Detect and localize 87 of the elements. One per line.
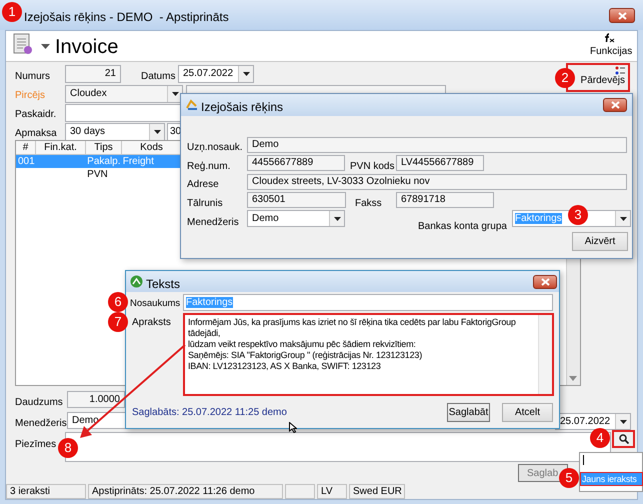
date-field[interactable]: 25.07.2022: [555, 413, 631, 430]
field-label: Fakss: [355, 197, 382, 211]
field-label: Datums: [141, 70, 176, 84]
notes-field[interactable]: [65, 432, 611, 462]
close-dialog-button[interactable]: Aizvērt: [572, 232, 628, 251]
column-header[interactable]: Tips: [86, 141, 122, 155]
app-icon: [130, 275, 143, 288]
vat-code-field[interactable]: LV44556677889: [396, 155, 484, 171]
table-row[interactable]: PVN: [16, 168, 180, 181]
cancel-button[interactable]: Atcelt: [502, 403, 553, 422]
dropdown-arrow-icon: [154, 130, 160, 134]
dropdown-arrow-icon: [242, 72, 250, 76]
field-label: Apmaksa: [15, 127, 57, 141]
function-icon[interactable]: [603, 33, 615, 43]
save-button[interactable]: Saglabāt: [447, 403, 490, 422]
fax-field[interactable]: 67891718: [396, 192, 494, 208]
dropdown-arrow-icon: [334, 216, 340, 220]
field-label: Bankas konta grupa: [418, 220, 507, 234]
text-cursor: [583, 455, 584, 465]
payment-field[interactable]: 30 days: [65, 123, 165, 141]
field-label: PVN kods: [350, 160, 394, 174]
table-cell-text: Pakalp.: [86, 155, 121, 168]
table-cell-text: 001: [17, 155, 36, 168]
phone-field[interactable]: 630501: [247, 192, 346, 208]
caret-icon[interactable]: [41, 44, 50, 49]
status-approved: Apstiprināts: 25.07.2022 11:26 demo: [88, 484, 283, 499]
search-button[interactable]: [612, 430, 635, 448]
field-label: Numurs: [15, 70, 50, 84]
description-field[interactable]: Informējam Jūs, ka prasījums kas izriet no šī rēķina tika cedēts par labu FaktorigGroup tādejādi, lūdzam veikt respektīvo maksājumu pēc šādiem rekvizītiem: Saņēmējs: SIA "FaktorigGroup " (reģistrācijas Nr. 123123123) IBAN: LV123123123, AS X Banka, SWIFT: 123123: [183, 313, 554, 396]
status-language: LV: [317, 484, 347, 499]
field-label: Piezīmes: [15, 438, 56, 452]
mouse-pointer-icon: [289, 422, 297, 433]
field-label: Daudzums: [15, 396, 63, 410]
dropdown-button[interactable]: [149, 124, 164, 140]
table-cell-text: Freight: [122, 155, 155, 168]
quantity-field[interactable]: 1.0000: [67, 391, 125, 408]
reg-number-field[interactable]: 44556677889: [247, 155, 345, 171]
functions-button[interactable]: Funkcijas: [590, 44, 632, 59]
close-button[interactable]: [533, 275, 557, 289]
dropdown-arrow-icon: [172, 92, 178, 96]
saved-info: Saglabāts: 25.07.2022 11:25 demo: [132, 406, 287, 420]
status-cell: [285, 484, 315, 499]
column-header[interactable]: Kods: [122, 141, 182, 155]
dropdown-button[interactable]: [167, 86, 182, 102]
dropdown-button[interactable]: [329, 211, 344, 226]
field-label: Paskaidr.: [15, 108, 56, 122]
field-label: Menedžeris: [187, 216, 239, 230]
field-label: Reģ.num.: [187, 160, 230, 174]
page-title: Invoice: [55, 35, 118, 59]
field-label: Adrese: [187, 178, 219, 192]
column-header[interactable]: #: [16, 141, 36, 155]
table-cell-text: PVN: [86, 168, 109, 181]
manager-field[interactable]: Demo: [247, 210, 345, 227]
dialog-title: Izejošais rēķins: [201, 99, 284, 116]
address-field[interactable]: Cloudex streets, LV-3033 Ozolnieku nov: [247, 174, 627, 190]
buyer-field[interactable]: Cloudex: [65, 85, 183, 103]
close-button[interactable]: [603, 98, 627, 112]
dropdown-button[interactable]: [238, 66, 253, 82]
dialog-title: Teksts: [146, 276, 180, 293]
date-field[interactable]: 25.07.2022: [178, 65, 254, 83]
close-icon: [610, 101, 620, 109]
field-label: Tālrunis: [187, 197, 223, 211]
list-icon: [615, 66, 625, 75]
close-icon: [540, 278, 550, 286]
dropdown-button[interactable]: [615, 414, 630, 429]
scrollbar[interactable]: [538, 315, 552, 394]
dropdown-arrow-icon: [620, 420, 626, 424]
field-label: Uzņ.nosauk.: [187, 141, 243, 155]
number-field[interactable]: 21: [65, 65, 121, 83]
company-field[interactable]: Demo: [247, 137, 627, 153]
dropdown-arrow-icon: [620, 216, 626, 220]
dropdown-button[interactable]: [615, 211, 630, 226]
column-header[interactable]: Fin.kat.: [36, 141, 86, 155]
field-label: Apraksts: [132, 316, 171, 330]
status-records: 3 ieraksti: [6, 484, 86, 499]
scroll-down-icon[interactable]: [569, 376, 577, 381]
app-icon: [185, 98, 198, 111]
field-label: Pircējs: [15, 89, 46, 103]
scrollbar[interactable]: [566, 258, 580, 385]
search-icon: [618, 434, 628, 444]
invoice-icon[interactable]: [13, 33, 33, 55]
field-label: Menedžeris: [15, 417, 67, 431]
status-bank: Swed EUR: [349, 484, 405, 499]
window-title: Izejošais rēķins - DEMO - Apstiprināts: [24, 9, 229, 26]
close-button[interactable]: [609, 8, 635, 23]
field-label: Nosaukums: [130, 297, 180, 311]
close-icon: [618, 12, 626, 20]
